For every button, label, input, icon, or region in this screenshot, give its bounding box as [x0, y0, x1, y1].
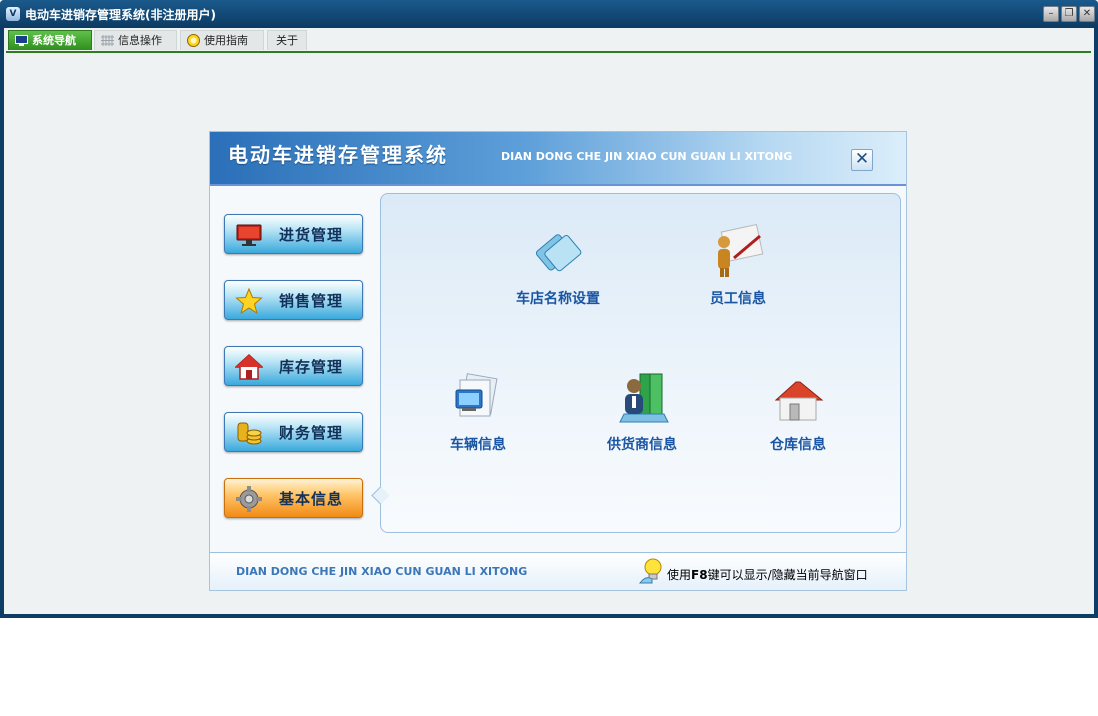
shop-name-icon [535, 234, 582, 272]
header-divider [210, 184, 906, 186]
side-button-label: 财务管理 [279, 424, 344, 442]
side-button-purchase[interactable]: 进货管理 [224, 214, 363, 254]
main-client-area: 系统导航 信息操作 使用指南 关于 电动车进销存管理系统 DIAN DONG C… [4, 28, 1094, 614]
minimize-button[interactable]: – [1043, 6, 1059, 22]
side-button-label: 进货管理 [279, 226, 344, 244]
f8-hint-text: 使用F8键可以显示/隐藏当前导航窗口 [667, 566, 868, 583]
nav-title: 电动车进销存管理系统 [228, 143, 448, 167]
vehicle-icon [455, 373, 498, 417]
item-label: 员工信息 [710, 291, 766, 307]
nav-footer: DIAN DONG CHE JIN XIAO CUN GUAN LI XITON… [210, 552, 906, 590]
hint-prefix: 使用 [667, 568, 692, 582]
side-button-inventory[interactable]: 库存管理 [224, 346, 363, 386]
gear-icon [236, 486, 262, 512]
tab-label: 信息操作 [118, 34, 162, 47]
footer-pinyin: DIAN DONG CHE JIN XIAO CUN GUAN LI XITON… [236, 565, 528, 578]
tab-about[interactable]: 关于 [267, 30, 307, 50]
tab-info-operations[interactable]: 信息操作 [94, 30, 177, 50]
tab-label: 关于 [276, 34, 298, 47]
item-warehouse-info[interactable]: 仓库信息 [758, 370, 838, 454]
tab-system-navigation[interactable]: 系统导航 [8, 30, 92, 50]
grid-icon [101, 34, 114, 46]
item-label: 仓库信息 [770, 437, 826, 453]
app-window: V 电动车进销存管理系统(非注册用户) – ❐ ✕ 系统导航 信息操作 使用指南… [0, 0, 1098, 618]
item-shop-name-settings[interactable]: 车店名称设置 [503, 224, 613, 308]
coins-icon [237, 422, 262, 445]
nav-close-button[interactable]: ✕ [851, 149, 873, 171]
monitor-icon [15, 34, 28, 46]
content-panel [380, 193, 901, 533]
item-vehicle-info[interactable]: 车辆信息 [433, 370, 523, 454]
tab-label: 使用指南 [204, 34, 248, 47]
side-button-label: 销售管理 [279, 292, 344, 310]
tab-underline [6, 51, 1091, 53]
item-label: 供货商信息 [607, 437, 677, 453]
nav-pinyin-subtitle: DIAN DONG CHE JIN XIAO CUN GUAN LI XITON… [501, 150, 793, 163]
close-button[interactable]: ✕ [1079, 6, 1095, 22]
title-bar[interactable]: V 电动车进销存管理系统(非注册用户) – ❐ ✕ [0, 0, 1098, 28]
help-circle-icon [187, 33, 200, 47]
side-button-label: 库存管理 [279, 358, 344, 376]
nav-header: 电动车进销存管理系统 DIAN DONG CHE JIN XIAO CUN GU… [210, 132, 906, 184]
monitor-icon [236, 224, 262, 246]
side-button-finance[interactable]: 财务管理 [224, 412, 363, 452]
lightbulb-icon [638, 558, 662, 584]
item-label: 车店名称设置 [516, 291, 600, 307]
home-icon [235, 353, 263, 380]
item-employee-info[interactable]: 员工信息 [693, 220, 783, 308]
side-button-label: 基本信息 [279, 490, 344, 508]
navigation-panel: 电动车进销存管理系统 DIAN DONG CHE JIN XIAO CUN GU… [209, 131, 907, 591]
warehouse-icon [774, 381, 824, 421]
hint-key: F8 [691, 568, 708, 582]
tab-label: 系统导航 [32, 34, 76, 47]
window-title: 电动车进销存管理系统(非注册用户) [25, 8, 216, 22]
supplier-icon [619, 373, 669, 423]
tab-user-guide[interactable]: 使用指南 [180, 30, 264, 50]
hint-suffix: 键可以显示/隐藏当前导航窗口 [707, 568, 868, 582]
side-button-sales[interactable]: 销售管理 [224, 280, 363, 320]
item-supplier-info[interactable]: 供货商信息 [592, 370, 692, 454]
restore-button[interactable]: ❐ [1061, 6, 1077, 22]
employee-icon [718, 223, 764, 277]
item-label: 车辆信息 [450, 437, 506, 453]
side-button-basic-info[interactable]: 基本信息 [224, 478, 363, 518]
app-logo-icon: V [6, 7, 20, 21]
tab-bar: 系统导航 信息操作 使用指南 关于 [4, 28, 1094, 53]
star-icon [235, 287, 263, 315]
